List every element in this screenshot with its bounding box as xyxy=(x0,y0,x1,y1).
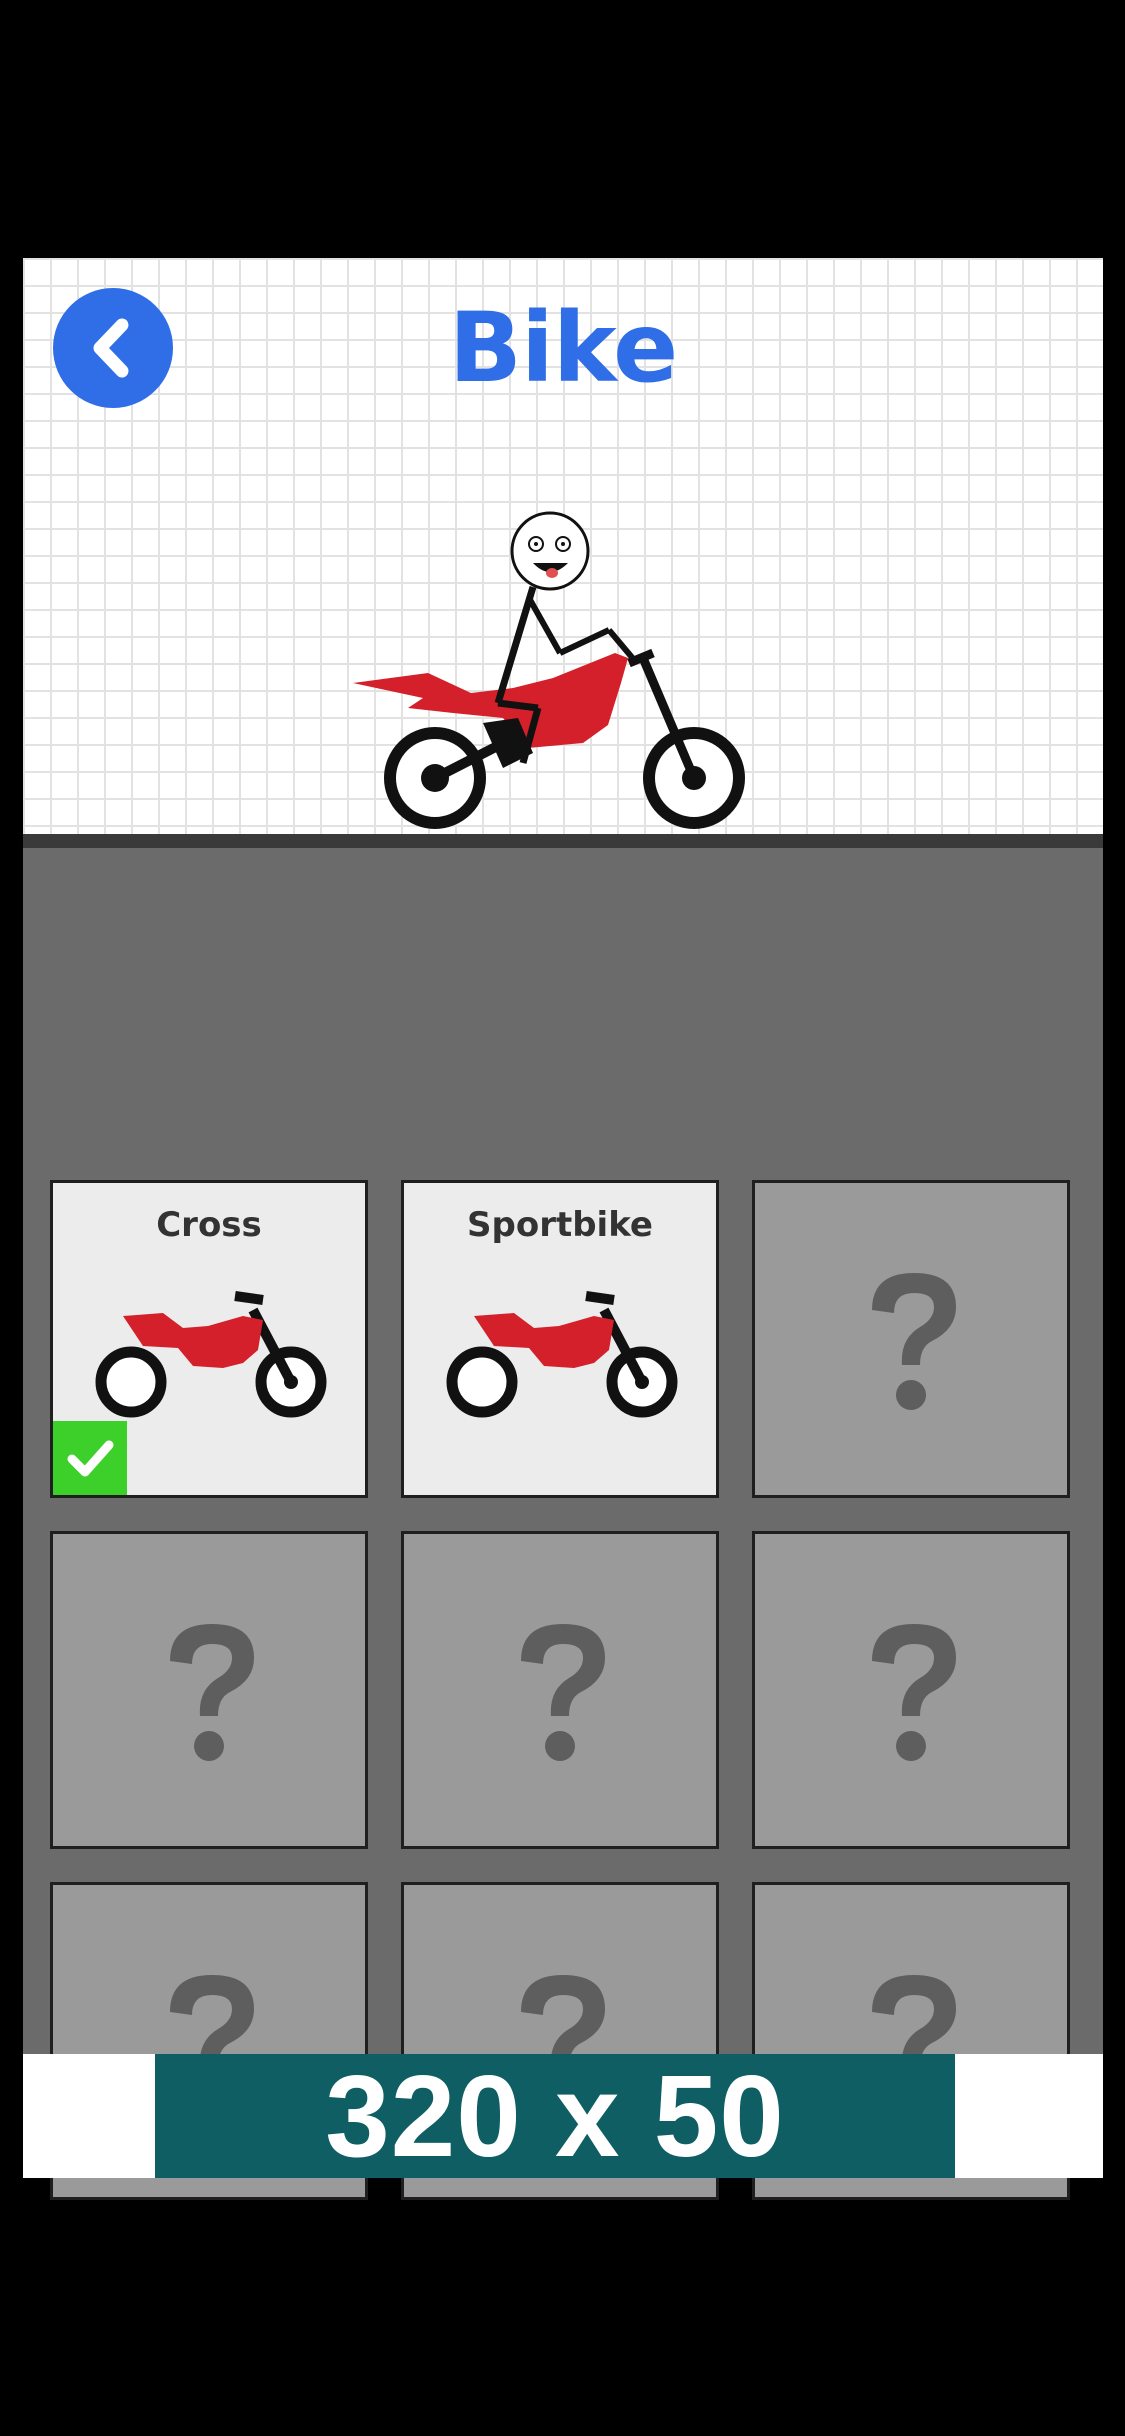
bike-name: Sportbike xyxy=(467,1205,653,1245)
ground-line xyxy=(23,834,1103,848)
bike-tile-locked[interactable] xyxy=(752,1531,1070,1849)
motorbike-icon xyxy=(446,1291,678,1418)
bike-tile-sportbike[interactable]: Sportbike xyxy=(401,1180,719,1498)
bike-tile-locked[interactable] xyxy=(50,1531,368,1849)
page-title: Bike xyxy=(448,292,678,404)
motorbike-icon xyxy=(95,1291,327,1418)
bike-tile-locked[interactable] xyxy=(752,1180,1070,1498)
stickman-rider-preview xyxy=(353,511,745,829)
question-mark-icon xyxy=(170,1624,254,1761)
bike-select-screen: Bike Cross Sportbike 320 x 50 xyxy=(23,258,1103,2200)
bike-name: Cross xyxy=(156,1205,262,1245)
bike-tile-cross[interactable]: Cross xyxy=(50,1180,368,1498)
bike-tile-locked[interactable] xyxy=(401,1531,719,1849)
ad-area: 320 x 50 xyxy=(23,2051,1103,2181)
ad-banner[interactable]: 320 x 50 xyxy=(155,2051,955,2181)
bike-grid-panel: Cross Sportbike xyxy=(23,848,1103,2200)
question-mark-icon xyxy=(872,1273,956,1410)
preview-area: Bike xyxy=(23,258,1103,834)
checkmark-icon xyxy=(53,1421,127,1495)
question-mark-icon xyxy=(872,1624,956,1761)
question-mark-icon xyxy=(521,1624,605,1761)
